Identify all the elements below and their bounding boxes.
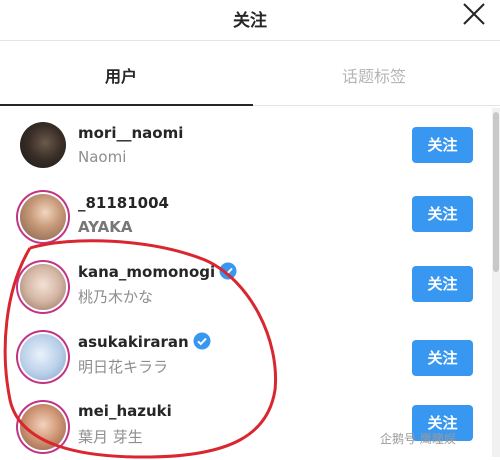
follow-button[interactable]: 关注: [412, 127, 473, 163]
list-item: kana_momonogi 桃乃木かな 关注: [0, 250, 492, 320]
tab-hashtags[interactable]: 话题标签: [342, 63, 406, 87]
scrollbar-thumb[interactable]: [493, 112, 499, 272]
username-text: asukakiraran: [78, 333, 189, 351]
tab-bar: 用户 话题标签: [0, 41, 500, 107]
verified-badge-icon: [219, 262, 237, 280]
avatar[interactable]: [20, 334, 66, 380]
avatar[interactable]: [20, 194, 66, 240]
username[interactable]: mori__naomi: [78, 124, 183, 142]
close-icon[interactable]: [460, 0, 488, 28]
display-name: 明日花キララ: [78, 358, 169, 376]
list-item: asukakiraran 明日花キララ 关注: [0, 320, 492, 390]
avatar[interactable]: [20, 264, 66, 310]
display-name: 桃乃木かな: [78, 288, 154, 306]
username[interactable]: _81181004: [78, 194, 169, 212]
scrollbar[interactable]: [492, 108, 500, 457]
username[interactable]: kana_momonogi: [78, 262, 237, 281]
dialog-title: 关注: [233, 11, 267, 31]
avatar[interactable]: [20, 404, 66, 450]
follow-button[interactable]: 关注: [412, 340, 473, 376]
username[interactable]: mei_hazuki: [78, 402, 172, 420]
list-item: mori__naomi Naomi 关注: [0, 110, 492, 180]
list-item: mei_hazuki 葉月 芽生 关注: [0, 390, 492, 460]
avatar[interactable]: [20, 122, 66, 168]
verified-badge-icon: [193, 332, 211, 350]
tab-divider: [253, 105, 500, 106]
display-name: AYAKA: [78, 218, 133, 236]
watermark: 企鹅号 鹰瞳娱: [380, 432, 456, 446]
active-tab-indicator: [0, 104, 253, 106]
follow-button[interactable]: 关注: [412, 266, 473, 302]
following-list: mori__naomi Naomi 关注 _81181004 AYAKA 关注 …: [0, 108, 492, 457]
username[interactable]: asukakiraran: [78, 332, 211, 351]
display-name: Naomi: [78, 148, 127, 166]
username-text: kana_momonogi: [78, 263, 216, 281]
tab-users[interactable]: 用户: [105, 63, 137, 87]
dialog-header: 关注: [0, 0, 500, 41]
list-item: _81181004 AYAKA 关注: [0, 180, 492, 250]
follow-button[interactable]: 关注: [412, 196, 473, 232]
display-name: 葉月 芽生: [78, 428, 143, 446]
